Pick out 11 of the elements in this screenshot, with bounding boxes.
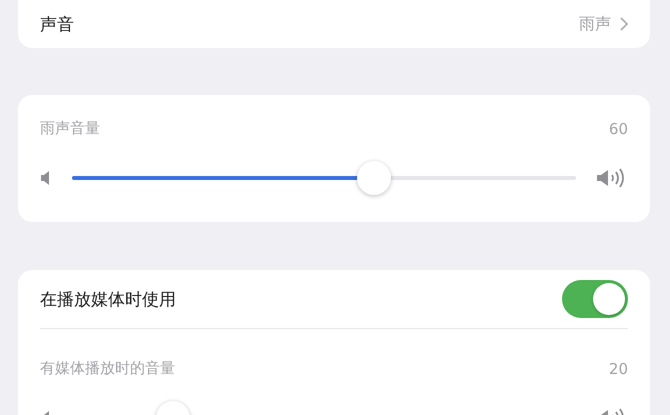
toggle-switch[interactable]	[562, 280, 628, 318]
volume-reading: 60	[608, 120, 628, 138]
sound-label: 声音	[40, 14, 75, 36]
volume-label: 有媒体播放时的音量	[40, 359, 175, 378]
volume-reading: 20	[608, 360, 628, 378]
chevron-right-icon[interactable]	[619, 17, 628, 31]
volume-label: 雨声音量	[40, 119, 100, 138]
speaker-low-icon	[40, 170, 52, 186]
sound-value[interactable]: 雨声	[579, 14, 611, 34]
slider-thumb[interactable]	[357, 161, 392, 195]
toggle-label: 在播放媒体时使用	[40, 288, 177, 310]
